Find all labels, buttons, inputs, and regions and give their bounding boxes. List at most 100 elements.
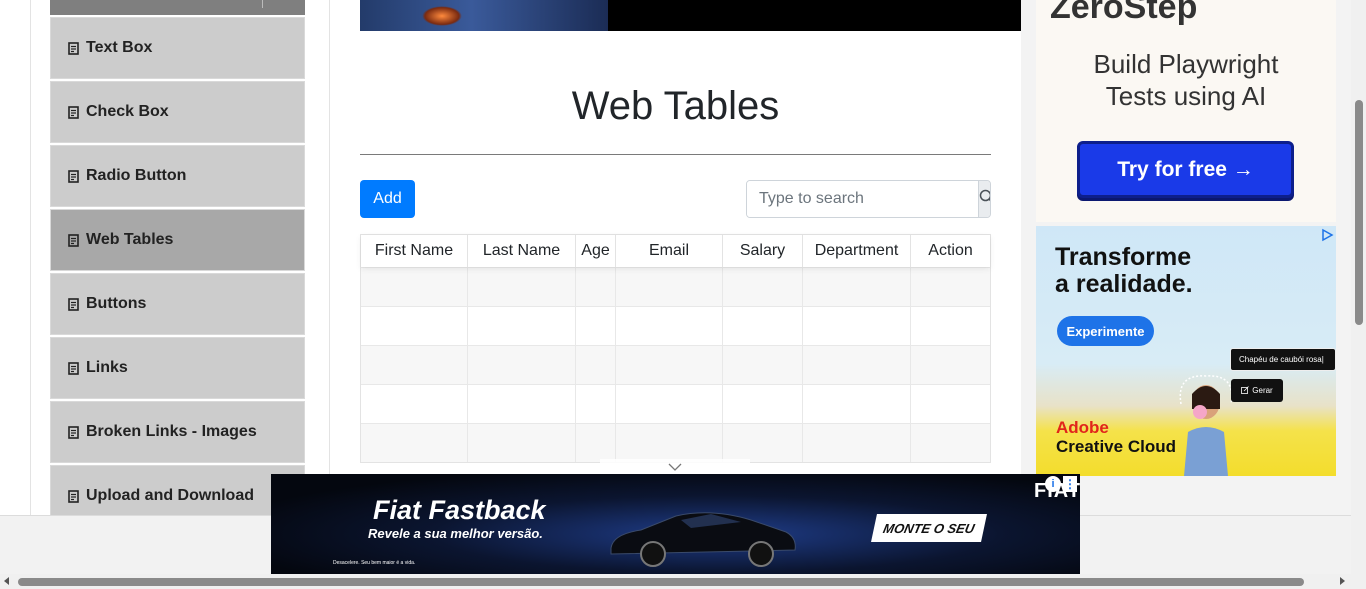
fiat-subtitle: Revele a sua melhor versão.	[368, 526, 543, 541]
table-cell	[911, 268, 990, 306]
table-cell	[911, 385, 990, 423]
table-cell	[723, 346, 803, 384]
info-icon[interactable]: i	[1045, 476, 1061, 492]
table-cell	[723, 307, 803, 345]
try-for-free-button[interactable]: Try for free →	[1077, 141, 1294, 198]
table-cell	[576, 346, 616, 384]
table-body	[361, 267, 990, 462]
banner-image	[360, 0, 608, 31]
document-icon	[67, 425, 79, 439]
document-icon	[67, 489, 79, 503]
document-icon	[67, 233, 79, 247]
title-divider	[360, 154, 991, 155]
document-icon	[67, 361, 79, 375]
document-icon	[67, 41, 79, 55]
sidebar-item-text-box[interactable]: Text Box	[50, 17, 305, 79]
scroll-right-arrow[interactable]	[1340, 577, 1345, 585]
illustration-person	[1179, 375, 1233, 476]
table-cell	[468, 385, 576, 423]
table-row	[361, 423, 990, 462]
page: Text Box Check Box Radio Button Web Tables B…	[0, 0, 1366, 589]
search-button[interactable]	[978, 181, 990, 217]
horizontal-scrollbar[interactable]	[0, 574, 1366, 589]
zerostep-headline: Build Playwright Tests using AI	[1036, 48, 1336, 112]
sidebar-item-label: Broken Links - Images	[86, 423, 257, 440]
search-box	[746, 180, 991, 218]
table-cell	[361, 346, 468, 384]
column-header[interactable]: Department	[803, 235, 911, 267]
table-cell	[723, 424, 803, 462]
table-cell	[361, 307, 468, 345]
table-cell	[616, 424, 723, 462]
zerostep-logo: ZeroStep	[1050, 0, 1198, 26]
sidebar-item-label: Text Box	[86, 39, 153, 56]
table-cell	[911, 346, 990, 384]
fiat-headline: Fiat Fastback	[373, 495, 546, 525]
adobe-brand-line2: Creative Cloud	[1056, 437, 1176, 456]
sidebar-item-radio-button[interactable]: Radio Button	[50, 145, 305, 207]
ad-choices-icon[interactable]	[1320, 228, 1334, 242]
adobe-headline-line1: Transforme	[1055, 243, 1192, 271]
add-button[interactable]: Add	[360, 180, 415, 218]
column-header[interactable]: Last Name	[468, 235, 576, 267]
table-cell	[576, 424, 616, 462]
sidebar-item-check-box[interactable]: Check Box	[50, 81, 305, 143]
table-cell	[911, 424, 990, 462]
sidebar-item-links[interactable]: Links	[50, 337, 305, 399]
table-cell	[468, 424, 576, 462]
table-cell	[468, 346, 576, 384]
sidebar-item-label: Buttons	[86, 295, 147, 312]
table-row	[361, 306, 990, 345]
table-cell	[803, 268, 911, 306]
table-cell	[911, 307, 990, 345]
column-header[interactable]: Action	[911, 235, 990, 267]
sidebar-item-label: Check Box	[86, 103, 169, 120]
zerostep-headline-line1: Build Playwright	[1093, 49, 1279, 79]
search-input[interactable]	[747, 181, 978, 217]
sidebar-item-web-tables[interactable]: Web Tables	[50, 209, 305, 271]
table-cell	[361, 424, 468, 462]
column-header[interactable]: Age	[576, 235, 616, 267]
adobe-ad[interactable]: Transforme a realidade. Experimente Chap…	[1036, 226, 1336, 476]
table-cell	[616, 346, 723, 384]
scroll-left-arrow[interactable]	[4, 577, 9, 585]
document-icon	[67, 297, 79, 311]
generate-button[interactable]: Gerar	[1231, 379, 1283, 402]
table-row	[361, 345, 990, 384]
table-cell	[616, 268, 723, 306]
external-link-icon	[1241, 385, 1250, 396]
table-cell	[803, 307, 911, 345]
table-cell	[723, 385, 803, 423]
table-header: First Name Last Name Age Email Salary Departm…	[361, 235, 990, 267]
more-options-icon[interactable]: ⋮	[1063, 476, 1077, 492]
table-cell	[361, 385, 468, 423]
monte-o-seu-button[interactable]: MONTE O SEU	[871, 514, 987, 542]
adobe-headline: Transforme a realidade.	[1055, 244, 1193, 298]
table-cell	[576, 385, 616, 423]
table-row	[361, 384, 990, 423]
table-cell	[576, 268, 616, 306]
adobe-brand: Adobe Creative Cloud	[1056, 418, 1176, 456]
table-cell	[803, 346, 911, 384]
table-cell	[468, 307, 576, 345]
web-table: First Name Last Name Age Email Salary Departm…	[360, 234, 991, 463]
vertical-scrollbar[interactable]	[1351, 0, 1366, 574]
sidebar-item-label: Web Tables	[86, 231, 174, 248]
table-cell	[616, 307, 723, 345]
adobe-brand-line1: Adobe	[1056, 418, 1109, 437]
zerostep-headline-line2: Tests using AI	[1105, 81, 1267, 111]
column-header[interactable]: Email	[616, 235, 723, 267]
column-header[interactable]: First Name	[361, 235, 468, 267]
experimente-button[interactable]: Experimente	[1057, 316, 1154, 346]
column-header[interactable]: Salary	[723, 235, 803, 267]
scroll-down-chevron[interactable]	[600, 459, 750, 475]
elements-group-header[interactable]	[50, 0, 305, 15]
fiat-fine-print: Desacelere. Seu bem maior é a vida.	[333, 560, 416, 566]
sidebar-item-buttons[interactable]: Buttons	[50, 273, 305, 335]
table-cell	[468, 268, 576, 306]
table-cell	[616, 385, 723, 423]
search-icon	[979, 189, 990, 210]
fiat-ad[interactable]: Fiat Fastback Revele a sua melhor versão…	[271, 474, 1080, 574]
sidebar-item-label: Radio Button	[86, 167, 187, 184]
sidebar-item-broken-links-images[interactable]: Broken Links - Images	[50, 401, 305, 463]
